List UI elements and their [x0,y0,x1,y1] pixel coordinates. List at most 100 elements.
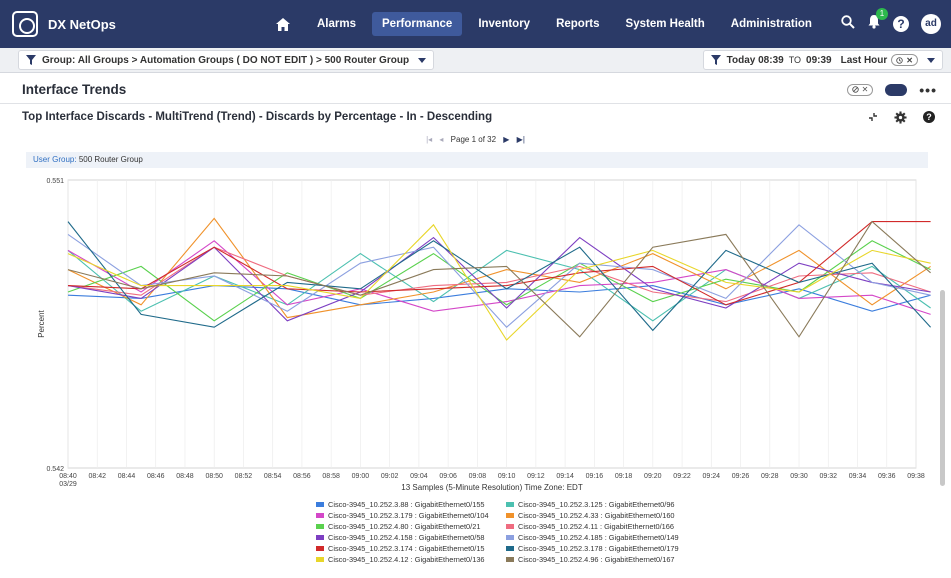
legend-item[interactable]: Cisco-3945_10.252.4.96 : GigabitEthernet… [506,554,706,564]
x-tick-label: 08:56 [293,473,311,480]
legend-swatch [506,523,514,529]
x-tick-label: 09:02 [381,473,399,480]
time-range-clear-chip[interactable]: ✕ [891,54,918,66]
vertical-scrollbar[interactable] [940,290,945,486]
x-tick-label: 08:50 [205,473,223,480]
y-axis-label: Percent [37,309,46,337]
x-tick-label: 09:34 [849,473,867,480]
prev-page-icon[interactable]: ◂ [439,135,443,144]
last-page-icon[interactable]: ▶| [517,135,525,144]
nav-inventory[interactable]: Inventory [468,12,540,36]
x-tick-label: 08:54 [264,473,282,480]
x-tick-label: 08:42 [88,473,106,480]
nav-reports[interactable]: Reports [546,12,609,36]
search-icon[interactable] [841,14,855,34]
legend-swatch [506,545,514,551]
notifications-bell-icon[interactable]: 1 [867,8,888,34]
group-dropdown-caret-icon[interactable] [418,57,427,63]
user-group-key: User Group: [33,155,77,164]
user-group-value: 500 Router Group [78,155,143,164]
filter-off-icon [851,86,859,93]
x-tick-label: 09:18 [615,473,633,480]
legend-item[interactable]: Cisco-3945_10.252.3.88 : GigabitEthernet… [316,499,506,509]
help-question-icon[interactable]: ? [923,111,935,123]
legend-swatch [506,501,514,507]
visibility-toggle[interactable] [885,83,908,96]
main-nav: Alarms Performance Inventory Reports Sys… [304,12,825,36]
x-tick-label: 09:12 [527,473,545,480]
x-tick-label: 09:04 [410,473,428,480]
dx-logo-icon [12,11,38,37]
next-page-icon[interactable]: ▶ [503,135,509,144]
nav-performance[interactable]: Performance [372,12,463,36]
x-tick-label: 09:14 [556,473,574,480]
legend-swatch [316,523,324,529]
legend-swatch [316,534,324,540]
chip-close-icon[interactable]: ✕ [862,85,869,94]
time-filter-funnel-icon [710,55,721,65]
home-icon[interactable] [272,13,294,35]
legend-item[interactable]: Cisco-3945_10.252.4.80 : GigabitEthernet… [316,521,506,531]
legend-swatch [316,501,324,507]
section-header: Interface Trends ✕ ••• [0,76,951,104]
legend-label: Cisco-3945_10.252.4.158 : GigabitEtherne… [328,532,485,542]
legend-item[interactable]: Cisco-3945_10.252.4.158 : GigabitEtherne… [316,532,506,542]
legend-item[interactable]: Cisco-3945_10.252.3.179 : GigabitEtherne… [316,510,506,520]
x-tick-label: 08:58 [322,473,340,480]
x-tick-label: 09:32 [820,473,838,480]
x-tick-label: 09:22 [673,473,691,480]
time-range-label: Last Hour [840,54,888,66]
filter-funnel-icon [26,55,36,65]
legend-item[interactable]: Cisco-3945_10.252.3.174 : GigabitEtherne… [316,543,506,553]
settings-gear-icon[interactable] [894,110,907,124]
time-to-label: TO [788,55,802,65]
time-dropdown-caret-icon[interactable] [927,57,935,63]
y-tick-label: 0.551 [46,178,64,185]
nav-administration[interactable]: Administration [721,12,822,36]
legend-label: Cisco-3945_10.252.4.96 : GigabitEthernet… [518,554,675,564]
time-range-selector[interactable]: Today 08:39 TO 09:39 Last Hour ✕ [702,50,943,70]
more-options-icon[interactable]: ••• [919,82,937,98]
group-selector[interactable]: Group: All Groups > Automation Groups ( … [18,50,435,70]
legend-item[interactable]: Cisco-3945_10.252.4.11 : GigabitEthernet… [506,521,706,531]
help-icon[interactable]: ? [893,16,909,32]
x-tick-label: 09:06 [439,473,457,480]
legend-item[interactable]: Cisco-3945_10.252.3.125 : GigabitEtherne… [506,499,706,509]
close-icon[interactable]: ✕ [906,56,913,65]
filter-toggle-chip[interactable]: ✕ [846,83,874,96]
y-tick-label: 0.542 [46,466,64,473]
group-path-label: Group: All Groups > Automation Groups ( … [42,54,410,66]
trend-chart: 08:40 08:42 08:44 08:46 08:48 08:50 08:52 08:54… [37,178,932,492]
pagination: |◂ ◂ Page 1 of 32 ▶ ▶| [0,135,951,149]
minimize-icon[interactable] [868,112,878,122]
x-tick-label: 09:30 [790,473,808,480]
notification-count-badge: 1 [876,8,888,20]
section-title: Interface Trends [22,82,127,97]
app-name: DX NetOps [48,16,116,32]
legend-label: Cisco-3945_10.252.4.33 : GigabitEthernet… [518,510,675,520]
legend-item[interactable]: Cisco-3945_10.252.4.12 : GigabitEthernet… [316,554,506,564]
x-tick-label: 08:48 [176,473,194,480]
legend-item[interactable]: Cisco-3945_10.252.4.185 : GigabitEtherne… [506,532,706,542]
x-tick-label: 09:20 [644,473,662,480]
x-axis-label: 13 Samples (5-Minute Resolution) Time Zo… [401,483,583,492]
page-indicator: Page 1 of 32 [450,135,497,144]
legend-label: Cisco-3945_10.252.3.179 : GigabitEtherne… [328,510,489,520]
legend-label: Cisco-3945_10.252.3.174 : GigabitEtherne… [328,543,485,553]
legend-item[interactable]: Cisco-3945_10.252.4.33 : GigabitEthernet… [506,510,706,520]
nav-alarms[interactable]: Alarms [307,12,366,36]
user-avatar[interactable]: ad [921,14,941,34]
time-end: 09:39 [806,54,832,66]
x-tick-label: 09:26 [732,473,750,480]
legend-item[interactable]: Cisco-3945_10.252.3.178 : GigabitEtherne… [506,543,706,553]
x-tick-label: 09:38 [907,473,925,480]
app-logo[interactable]: DX NetOps [12,11,242,37]
nav-system-health[interactable]: System Health [616,12,715,36]
first-page-icon[interactable]: |◂ [426,135,432,144]
legend-label: Cisco-3945_10.252.3.178 : GigabitEtherne… [518,543,679,553]
panel-header: Top Interface Discards - MultiTrend (Tre… [0,105,951,129]
x-tick-label: 08:44 [118,473,136,480]
legend-swatch [506,556,514,562]
legend-swatch [506,534,514,540]
legend-label: Cisco-3945_10.252.3.88 : GigabitEthernet… [328,499,485,509]
